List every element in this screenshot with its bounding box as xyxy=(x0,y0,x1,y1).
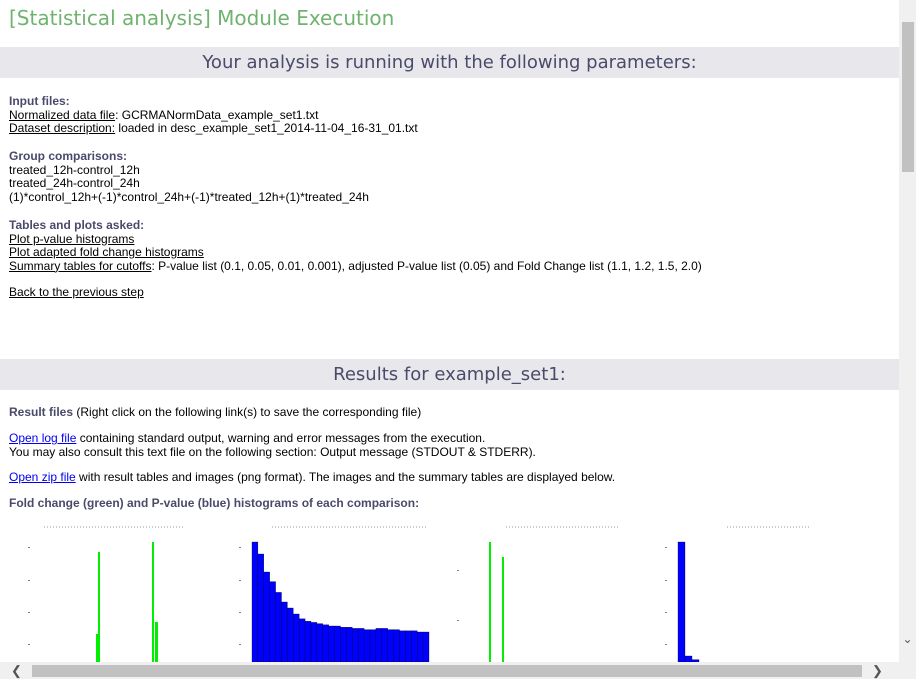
scroll-right-arrow-icon[interactable]: ❯ xyxy=(869,662,886,679)
pvalue-bar xyxy=(369,629,377,662)
vertical-scrollbar-thumb[interactable] xyxy=(902,22,914,172)
log-file-row: Open log file containing standard output… xyxy=(9,431,536,459)
pvalue-bar xyxy=(399,630,406,662)
scroll-left-arrow-icon[interactable]: ❮ xyxy=(8,662,25,679)
fold-change-histogram-2-svg xyxy=(457,526,618,662)
input-files-section: Input files: Normalized data file: GCRMA… xyxy=(9,94,418,136)
pvalue-bar xyxy=(257,553,264,662)
pvalue-bar xyxy=(263,571,270,662)
histograms-label: Fold change (green) and P-value (blue) h… xyxy=(9,496,420,510)
pvalue-bar xyxy=(393,629,400,662)
result-files-row: Result files (Right click on the followi… xyxy=(9,405,422,420)
dataset-description-row: Dataset description: loaded in desc_exam… xyxy=(9,121,418,136)
pvalue-bar xyxy=(677,541,686,662)
summary-tables-value: : P-value list (0.1, 0.05, 0.01, 0.001),… xyxy=(151,258,702,273)
normalized-data-value: : GCRMANormData_example_set1.txt xyxy=(115,107,319,122)
fold-change-bar xyxy=(96,634,98,662)
fold-change-histogram-2 xyxy=(448,522,643,662)
pvalue-bar xyxy=(358,628,365,662)
horizontal-scrollbar-thumb[interactable] xyxy=(32,665,862,677)
fold-change-histogram-1 xyxy=(14,522,209,662)
pvalue-bar xyxy=(304,621,312,662)
pvalue-bar xyxy=(322,624,329,662)
pvalue-bar xyxy=(363,629,371,662)
pvalue-bar xyxy=(293,613,300,662)
pvalue-bar xyxy=(405,630,412,662)
plot-pvalue-label: Plot p-value histograms xyxy=(9,231,135,246)
open-zip-file-link[interactable]: Open zip file xyxy=(9,470,76,484)
group-comparisons-label: Group comparisons: xyxy=(9,149,128,163)
zip-file-row: Open zip file with result tables and ima… xyxy=(9,470,616,485)
dataset-description-value: loaded in desc_example_set1_2014-11-04_1… xyxy=(115,121,418,135)
page-viewport: [Statistical analysis] Module Execution … xyxy=(0,0,899,662)
pvalue-bar xyxy=(251,541,259,662)
log-file-text: containing standard output, warning and … xyxy=(76,431,486,445)
scroll-down-arrow-icon[interactable]: ⌄ xyxy=(899,631,916,648)
pvalue-histogram-1-svg xyxy=(239,526,430,662)
tables-plots-label: Tables and plots asked: xyxy=(9,218,145,232)
fold-change-histogram-1-svg xyxy=(28,526,184,662)
pvalue-bar xyxy=(417,631,424,662)
fold-change-bar xyxy=(489,542,491,662)
pvalue-bar xyxy=(287,607,294,662)
open-log-file-link[interactable]: Open log file xyxy=(9,431,76,445)
pvalue-bar xyxy=(281,601,288,662)
input-files-label: Input files: xyxy=(9,94,70,108)
group-comparison-item: treated_12h-control_12h xyxy=(9,162,140,177)
group-comparison-item: treated_24h-control_24h xyxy=(9,176,140,190)
fold-change-bar xyxy=(98,552,100,662)
fold-change-bar xyxy=(502,557,504,662)
scrollbar-corner xyxy=(899,662,916,679)
histograms-row: Fold change (green) and P-value (blue) h… xyxy=(9,496,420,511)
back-link-row: Back to the previous step xyxy=(9,285,144,300)
pvalue-histogram-2-svg xyxy=(665,526,810,662)
dataset-description-label: Dataset description: xyxy=(9,121,116,135)
group-comparisons-section: Group comparisons: treated_12h-control_1… xyxy=(9,149,369,204)
plot-fold-change-label: Plot adapted fold change histograms xyxy=(9,245,204,259)
summary-tables-label: Summary tables for cutoffs xyxy=(9,258,152,273)
normalized-data-row: Normalized data file: GCRMANormData_exam… xyxy=(9,107,418,123)
pvalue-bar xyxy=(269,581,276,662)
pvalue-bar xyxy=(328,625,335,662)
pvalue-bar xyxy=(381,628,388,662)
pvalue-histogram-2 xyxy=(655,522,815,662)
back-to-previous-step-link[interactable]: Back to the previous step xyxy=(9,285,144,299)
normalized-data-label: Normalized data file xyxy=(9,107,116,122)
result-files-label: Result files xyxy=(9,405,74,419)
pvalue-bar xyxy=(387,629,394,662)
pvalue-histogram-1 xyxy=(232,522,432,662)
pvalue-bar xyxy=(334,625,341,662)
pvalue-bar xyxy=(375,628,382,662)
group-comparison-item: (1)*control_12h+(-1)*control_24h+(-1)*tr… xyxy=(9,189,369,204)
pvalue-bar xyxy=(299,618,306,662)
summary-tables-row: Summary tables for cutoffs: P-value list… xyxy=(9,258,702,274)
pvalue-bar xyxy=(275,592,282,662)
pvalue-bar xyxy=(340,627,347,662)
fold-change-bar xyxy=(152,542,154,662)
pvalue-bar xyxy=(422,631,430,662)
zip-file-text: with result tables and images (png forma… xyxy=(75,470,616,484)
tables-plots-section: Tables and plots asked: Plot p-value his… xyxy=(9,218,702,274)
pvalue-bar xyxy=(316,623,323,662)
results-heading: Results for example_set1: xyxy=(0,359,899,390)
page-title: [Statistical analysis] Module Execution xyxy=(9,6,395,30)
parameters-heading: Your analysis is running with the follow… xyxy=(0,47,899,78)
pvalue-bar xyxy=(346,627,353,662)
fold-change-bar xyxy=(155,622,158,662)
pvalue-bar xyxy=(310,622,318,662)
log-file-text-2: You may also consult this text file on t… xyxy=(9,444,536,459)
pvalue-bar xyxy=(411,630,418,662)
pvalue-bar xyxy=(352,628,359,662)
result-files-note: (Right click on the following link(s) to… xyxy=(73,405,422,419)
